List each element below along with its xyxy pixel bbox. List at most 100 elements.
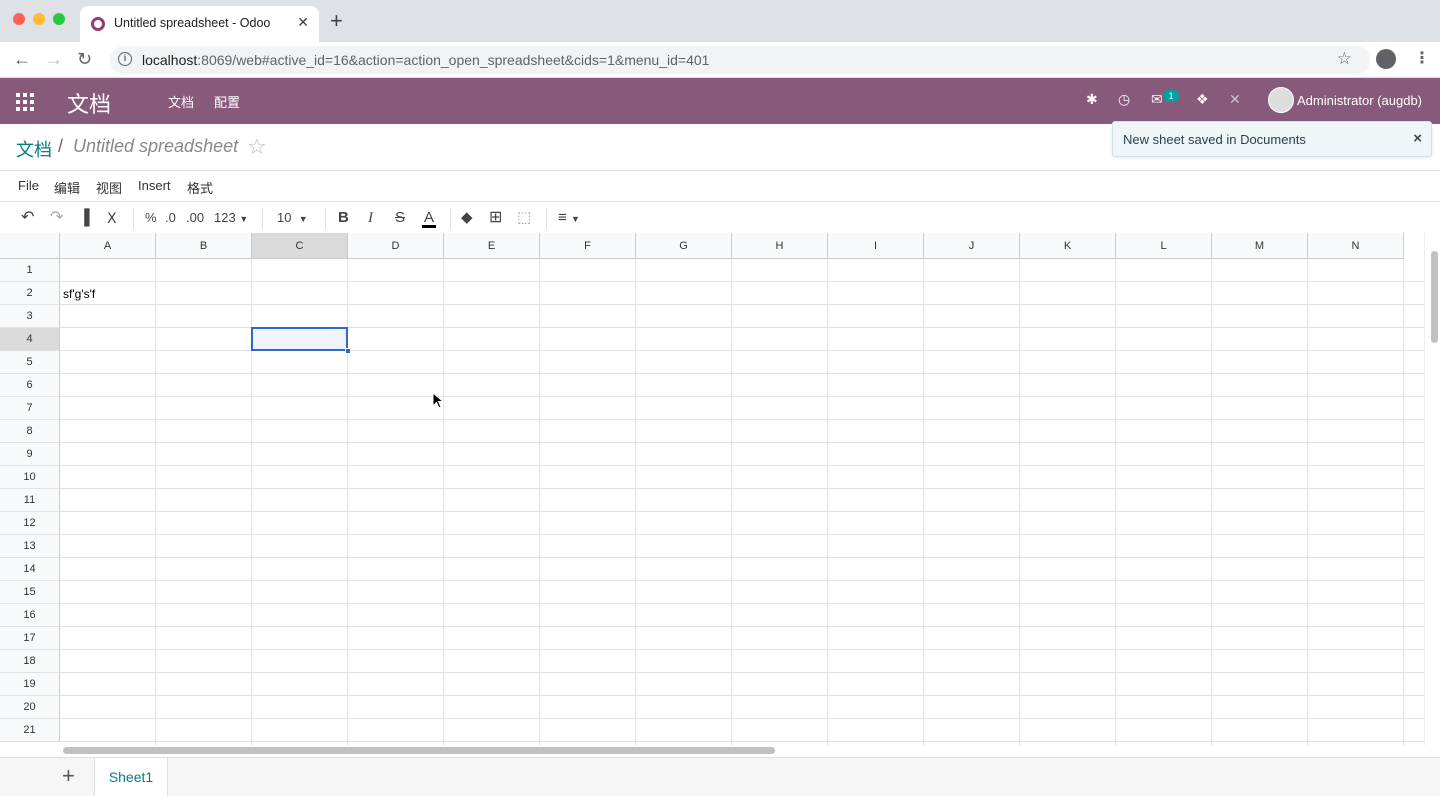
merge-cells-icon[interactable]: ⬚ bbox=[517, 210, 531, 226]
autofill-handle[interactable] bbox=[345, 348, 351, 354]
column-header-e[interactable]: E bbox=[444, 233, 540, 259]
menu-configuration[interactable]: 配置 bbox=[214, 92, 240, 111]
redo-icon[interactable]: ↷ bbox=[50, 210, 63, 226]
row-header-20[interactable]: 20 bbox=[0, 696, 60, 719]
horizontal-scrollbar[interactable] bbox=[60, 745, 1424, 757]
column-header-i[interactable]: I bbox=[828, 233, 924, 259]
user-avatar[interactable] bbox=[1268, 87, 1294, 113]
selected-cell-outline[interactable] bbox=[251, 327, 348, 351]
italic-button[interactable]: I bbox=[368, 210, 373, 226]
window-minimize-button[interactable] bbox=[33, 13, 45, 25]
paint-format-icon[interactable]: ▐ bbox=[79, 210, 90, 226]
column-header-g[interactable]: G bbox=[636, 233, 732, 259]
spreadsheet-title[interactable]: Untitled spreadsheet bbox=[73, 136, 238, 157]
row-header-7[interactable]: 7 bbox=[0, 397, 60, 420]
app-brand[interactable]: 文档 bbox=[67, 87, 111, 119]
row-header-1[interactable]: 1 bbox=[0, 259, 60, 282]
gift-icon[interactable]: ❖ bbox=[1196, 91, 1209, 108]
column-header-k[interactable]: K bbox=[1020, 233, 1116, 259]
menu-documents[interactable]: 文档 bbox=[168, 92, 194, 111]
menu-format[interactable]: 格式 bbox=[187, 178, 213, 197]
tools-icon[interactable]: ✕ bbox=[1229, 91, 1241, 108]
menu-view[interactable]: 视图 bbox=[96, 178, 122, 197]
chevron-down-icon: ▼ bbox=[570, 214, 580, 224]
strikethrough-button[interactable]: S bbox=[395, 210, 405, 226]
column-header-l[interactable]: L bbox=[1116, 233, 1212, 259]
vertical-scrollbar[interactable] bbox=[1424, 233, 1440, 745]
site-info-icon[interactable]: i bbox=[118, 52, 132, 66]
row-header-18[interactable]: 18 bbox=[0, 650, 60, 673]
column-header-j[interactable]: J bbox=[924, 233, 1020, 259]
horizontal-scroll-thumb[interactable] bbox=[63, 747, 775, 754]
borders-icon[interactable]: ⊞ bbox=[489, 210, 502, 226]
vertical-scroll-thumb[interactable] bbox=[1431, 251, 1438, 343]
number-format-dropdown[interactable]: 123 ▼ bbox=[214, 210, 248, 227]
text-color-button[interactable]: A bbox=[422, 210, 437, 228]
column-header-m[interactable]: M bbox=[1212, 233, 1308, 259]
address-bar[interactable]: i localhost:8069/web#active_id=16&action… bbox=[110, 46, 1370, 74]
favorite-star-icon[interactable]: ☆ bbox=[247, 134, 267, 160]
row-header-21[interactable]: 21 bbox=[0, 719, 60, 742]
align-dropdown[interactable]: ≡ ▼ bbox=[558, 210, 580, 227]
profile-avatar-icon[interactable] bbox=[1376, 49, 1396, 69]
url-text[interactable]: localhost:8069/web#active_id=16&action=a… bbox=[142, 52, 709, 68]
sheet-tab-sheet1[interactable]: Sheet1 bbox=[94, 758, 168, 796]
column-header-n[interactable]: N bbox=[1308, 233, 1404, 259]
row-header-5[interactable]: 5 bbox=[0, 351, 60, 374]
browser-tab[interactable]: Untitled spreadsheet - Odoo ✕ bbox=[80, 6, 319, 42]
undo-icon[interactable]: ↶ bbox=[21, 210, 34, 226]
new-tab-button[interactable]: + bbox=[330, 9, 343, 33]
row-header-13[interactable]: 13 bbox=[0, 535, 60, 558]
row-header-11[interactable]: 11 bbox=[0, 489, 60, 512]
cell-area[interactable]: sf'g's'f bbox=[60, 259, 1424, 745]
bold-button[interactable]: B bbox=[338, 210, 349, 226]
row-header-16[interactable]: 16 bbox=[0, 604, 60, 627]
clear-format-icon[interactable]: Ⅹ bbox=[107, 210, 117, 226]
column-header-f[interactable]: F bbox=[540, 233, 636, 259]
apps-grid-icon[interactable] bbox=[16, 93, 34, 111]
user-menu[interactable]: Administrator (augdb) bbox=[1297, 93, 1422, 108]
toast-close-icon[interactable]: × bbox=[1413, 130, 1422, 147]
select-all-corner[interactable] bbox=[0, 233, 60, 259]
cell-A2[interactable]: sf'g's'f bbox=[63, 287, 95, 301]
spreadsheet-grid[interactable]: ABCDEFGHIJKLMN 1 2 3 4 5 6 7 8 9 10 11 12 13 14 15 16 17… bbox=[0, 233, 1440, 745]
fill-color-icon[interactable]: ◆ bbox=[461, 210, 473, 226]
window-maximize-button[interactable] bbox=[53, 13, 65, 25]
breadcrumb-root-link[interactable]: 文档 bbox=[16, 136, 52, 162]
window-close-button[interactable] bbox=[13, 13, 25, 25]
menu-edit[interactable]: 编辑 bbox=[54, 178, 80, 197]
row-header-19[interactable]: 19 bbox=[0, 673, 60, 696]
column-header-d[interactable]: D bbox=[348, 233, 444, 259]
tab-close-icon[interactable]: ✕ bbox=[297, 14, 309, 31]
menu-file[interactable]: File bbox=[18, 178, 39, 193]
activity-clock-icon[interactable]: ◷ bbox=[1118, 91, 1130, 108]
forward-arrow-icon[interactable]: → bbox=[45, 49, 63, 69]
column-header-c[interactable]: C bbox=[252, 233, 348, 259]
column-header-b[interactable]: B bbox=[156, 233, 252, 259]
column-header-h[interactable]: H bbox=[732, 233, 828, 259]
menu-insert[interactable]: Insert bbox=[138, 178, 171, 193]
row-header-6[interactable]: 6 bbox=[0, 374, 60, 397]
row-header-4[interactable]: 4 bbox=[0, 328, 60, 351]
column-header-a[interactable]: A bbox=[60, 233, 156, 259]
row-header-8[interactable]: 8 bbox=[0, 420, 60, 443]
row-header-14[interactable]: 14 bbox=[0, 558, 60, 581]
bookmark-star-icon[interactable]: ☆ bbox=[1337, 49, 1352, 69]
back-arrow-icon[interactable]: ← bbox=[13, 49, 31, 69]
reload-icon[interactable]: ↻ bbox=[77, 49, 92, 69]
row-header-12[interactable]: 12 bbox=[0, 512, 60, 535]
decrease-decimal-button[interactable]: .0 bbox=[165, 210, 176, 226]
add-sheet-button[interactable]: + bbox=[62, 764, 75, 788]
font-size-dropdown[interactable]: 10 ▼ bbox=[277, 210, 308, 227]
browser-menu-icon[interactable]: ⋮ bbox=[1414, 48, 1430, 68]
row-header-9[interactable]: 9 bbox=[0, 443, 60, 466]
format-percent-button[interactable]: % bbox=[145, 210, 157, 226]
debug-bug-icon[interactable]: ✱ bbox=[1086, 91, 1098, 108]
row-header-2[interactable]: 2 bbox=[0, 282, 60, 305]
increase-decimal-button[interactable]: .00 bbox=[186, 210, 204, 226]
row-header-17[interactable]: 17 bbox=[0, 627, 60, 650]
chat-bubble-icon[interactable]: ✉ bbox=[1151, 91, 1163, 108]
row-header-3[interactable]: 3 bbox=[0, 305, 60, 328]
row-header-10[interactable]: 10 bbox=[0, 466, 60, 489]
row-header-15[interactable]: 15 bbox=[0, 581, 60, 604]
